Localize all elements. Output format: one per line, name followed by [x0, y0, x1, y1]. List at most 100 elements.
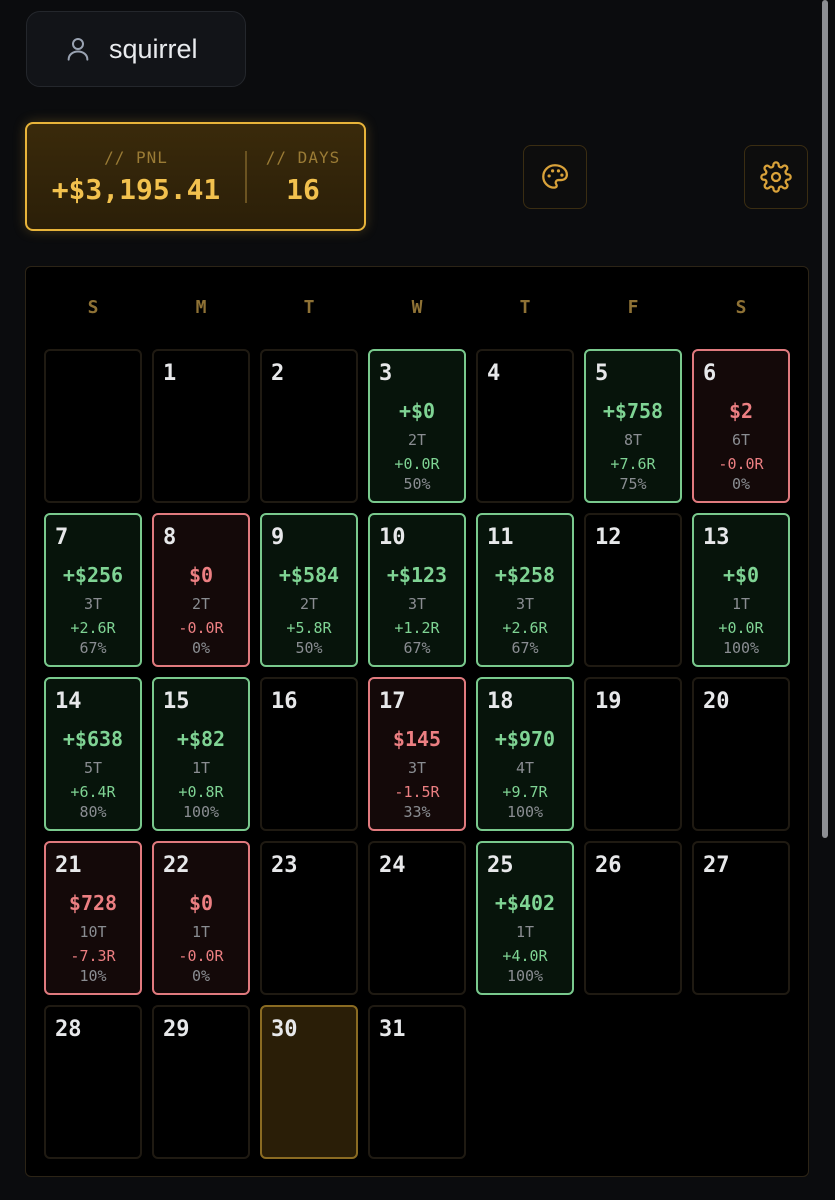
day-r-multiple: +2.6R [502, 619, 548, 637]
day-pnl: +$256 [62, 563, 124, 587]
day-cell[interactable]: 26 [584, 841, 682, 995]
day-number: 26 [595, 853, 622, 878]
day-r-multiple: -0.0R [178, 619, 224, 637]
day-pnl: $728 [68, 891, 118, 915]
day-number: 10 [379, 525, 406, 550]
day-win-rate: 50% [403, 475, 431, 493]
day-cell[interactable]: 15 +$82 1T +0.8R 100% [152, 677, 250, 831]
day-number: 28 [55, 1017, 82, 1042]
day-trade-count: 6T [731, 431, 751, 449]
settings-button[interactable] [744, 145, 808, 209]
day-number: 30 [271, 1017, 298, 1042]
day-pnl: +$970 [494, 727, 556, 751]
day-cell[interactable]: 7 +$256 3T +2.6R 67% [44, 513, 142, 667]
day-trade-count: 5T [83, 759, 103, 777]
day-cell[interactable]: 18 +$970 4T +9.7R 100% [476, 677, 574, 831]
user-name: squirrel [109, 33, 198, 64]
day-cell[interactable]: 9 +$584 2T +5.8R 50% [260, 513, 358, 667]
day-r-multiple: -1.5R [394, 783, 440, 801]
day-cell[interactable]: 1 [152, 349, 250, 503]
day-trade-count: 8T [623, 431, 643, 449]
day-pnl: +$123 [386, 563, 448, 587]
day-cell[interactable]: 27 [692, 841, 790, 995]
day-win-rate: 75% [619, 475, 647, 493]
day-cell[interactable]: 14 +$638 5T +6.4R 80% [44, 677, 142, 831]
day-pnl: $0 [188, 891, 214, 915]
day-cell[interactable]: 22 $0 1T -0.0R 0% [152, 841, 250, 995]
weekday-header: T [303, 297, 315, 318]
day-cell[interactable]: 11 +$258 3T +2.6R 67% [476, 513, 574, 667]
theme-palette-button[interactable] [523, 145, 587, 209]
day-cell[interactable]: 29 [152, 1005, 250, 1159]
day-cell[interactable]: 8 $0 2T -0.0R 0% [152, 513, 250, 667]
day-r-multiple: +4.0R [502, 947, 548, 965]
day-trade-count: 2T [299, 595, 319, 613]
day-trade-count: 3T [83, 595, 103, 613]
scrollbar[interactable] [822, 0, 828, 838]
day-number: 25 [487, 853, 514, 878]
day-win-rate: 33% [403, 803, 431, 821]
day-cell[interactable]: 24 [368, 841, 466, 995]
day-r-multiple: +0.8R [178, 783, 224, 801]
day-number: 1 [163, 361, 177, 386]
day-trade-count: 2T [407, 431, 427, 449]
day-cell[interactable]: 19 [584, 677, 682, 831]
day-number: 31 [379, 1017, 406, 1042]
day-r-multiple: +9.7R [502, 783, 548, 801]
weekday-header: W [411, 297, 423, 318]
days-stat: // DAYS 16 [247, 148, 359, 206]
day-win-rate: 10% [79, 967, 107, 985]
pnl-label: // PNL [104, 147, 168, 167]
calendar-page: squirrel // PNL +$3,195.41 // DAYS 16 S … [0, 0, 835, 1200]
day-number: 2 [271, 361, 285, 386]
day-cell[interactable]: 28 [44, 1005, 142, 1159]
weekday-header: S [87, 297, 99, 318]
day-cell[interactable]: 6 $2 6T -0.0R 0% [692, 349, 790, 503]
day-cell[interactable]: 17 $145 3T -1.5R 33% [368, 677, 466, 831]
day-cell[interactable]: 20 [692, 677, 790, 831]
day-number: 16 [271, 689, 298, 714]
day-number: 11 [487, 525, 514, 550]
day-trade-count: 1T [191, 759, 211, 777]
weekday-header: M [195, 297, 207, 318]
day-win-rate: 0% [191, 639, 211, 657]
day-number: 17 [379, 689, 406, 714]
day-cell[interactable]: 3 +$0 2T +0.0R 50% [368, 349, 466, 503]
gear-icon [760, 161, 792, 193]
day-pnl: +$82 [176, 727, 226, 751]
day-number: 14 [55, 689, 82, 714]
day-cell[interactable]: 13 +$0 1T +0.0R 100% [692, 513, 790, 667]
day-cell[interactable]: 10 +$123 3T +1.2R 67% [368, 513, 466, 667]
day-trade-count: 1T [515, 923, 535, 941]
day-cell[interactable]: 25 +$402 1T +4.0R 100% [476, 841, 574, 995]
day-number: 22 [163, 853, 190, 878]
day-pnl: +$402 [494, 891, 556, 915]
weekday-header: T [519, 297, 531, 318]
day-cell[interactable]: 16 [260, 677, 358, 831]
day-number: 6 [703, 361, 717, 386]
day-cell[interactable]: 23 [260, 841, 358, 995]
day-r-multiple: +0.0R [394, 455, 440, 473]
day-win-rate: 50% [295, 639, 323, 657]
day-cell[interactable]: 30 [260, 1005, 358, 1159]
day-number: 9 [271, 525, 285, 550]
day-number: 3 [379, 361, 393, 386]
day-cell[interactable]: 4 [476, 349, 574, 503]
day-trade-count: 3T [407, 595, 427, 613]
day-cell[interactable]: 12 [584, 513, 682, 667]
day-cell[interactable]: 2 [260, 349, 358, 503]
day-number: 8 [163, 525, 177, 550]
day-cell[interactable]: 5 +$758 8T +7.6R 75% [584, 349, 682, 503]
month-calendar: S M T W T F S 1 2 3 +$0 2T +0.0R 50% 4 5 +$758 8T +… [25, 266, 809, 1177]
day-trade-count: 1T [731, 595, 751, 613]
day-cell[interactable]: 21 $728 10T -7.3R 10% [44, 841, 142, 995]
day-r-multiple: +1.2R [394, 619, 440, 637]
day-cell[interactable]: 31 [368, 1005, 466, 1159]
user-profile-button[interactable]: squirrel [26, 11, 246, 87]
day-trade-count: 1T [191, 923, 211, 941]
day-number: 18 [487, 689, 514, 714]
pnl-stat: // PNL +$3,195.41 [27, 148, 245, 206]
day-trade-count: 3T [407, 759, 427, 777]
day-win-rate: 0% [731, 475, 751, 493]
day-pnl: $2 [728, 399, 754, 423]
